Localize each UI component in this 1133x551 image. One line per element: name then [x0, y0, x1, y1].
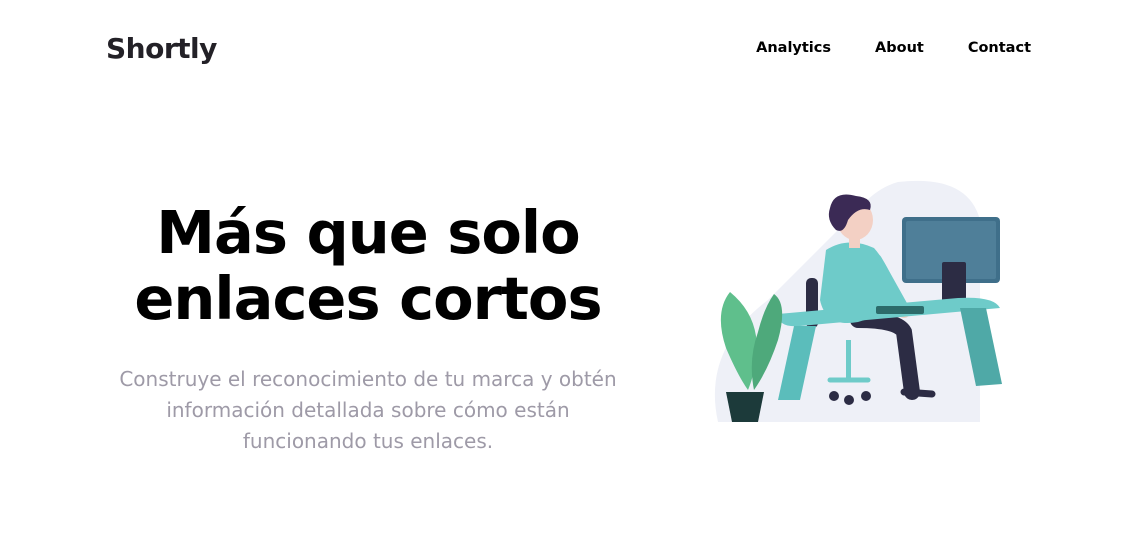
nav-link-contact[interactable]: Contact: [968, 40, 1031, 56]
landing-page: Shortly Analytics About Contact Más que …: [0, 0, 1133, 551]
nav-link-about[interactable]: About: [875, 40, 924, 56]
plant-pot: [726, 392, 764, 422]
hero-illustration: [714, 180, 1002, 422]
nav-link-analytics[interactable]: Analytics: [756, 40, 831, 56]
brand-logo[interactable]: Shortly: [106, 32, 217, 65]
hero-title: Más que solo enlaces cortos: [134, 198, 602, 333]
hero-subtitle: Construye el reconocimiento de tu marca …: [119, 367, 617, 453]
keyboard: [876, 306, 924, 314]
main-nav: Analytics About Contact: [756, 40, 1031, 56]
